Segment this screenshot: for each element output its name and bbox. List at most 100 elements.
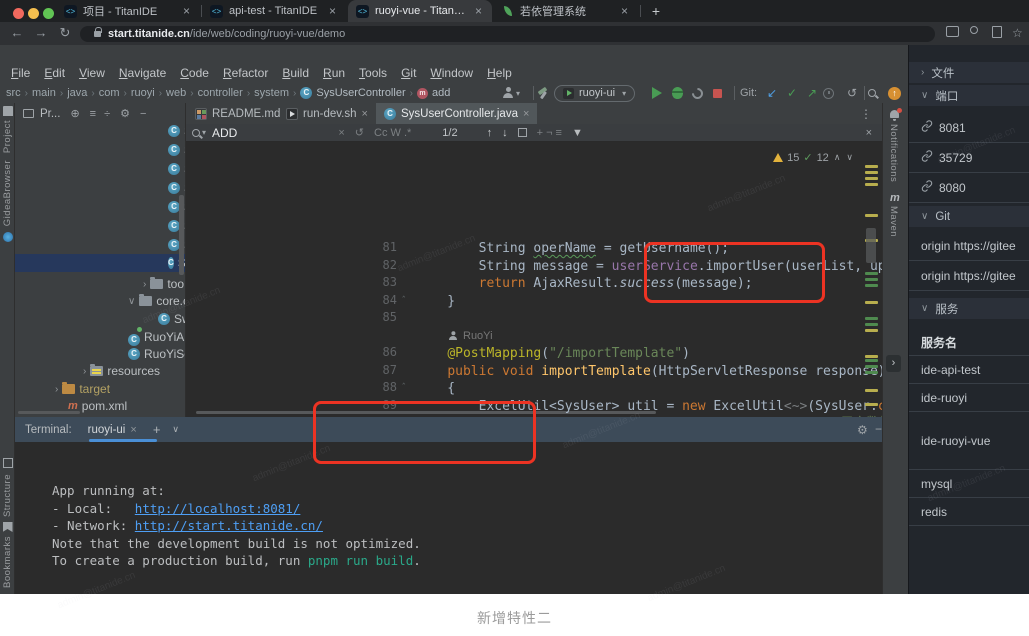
breadcrumb-item[interactable]: ruoyi xyxy=(131,87,155,99)
new-tab-button[interactable]: + xyxy=(646,2,666,20)
line-number[interactable]: 84 xyxy=(371,293,397,307)
maven-icon[interactable]: m xyxy=(890,192,900,204)
menu-item-file[interactable]: File xyxy=(4,66,37,80)
hide-panel-icon[interactable]: − xyxy=(140,108,146,120)
run-button[interactable] xyxy=(652,84,662,102)
translate-icon[interactable] xyxy=(992,26,1002,38)
tree-item[interactable]: S xyxy=(168,141,185,159)
filter-icon[interactable]: ▼ xyxy=(567,127,588,139)
close-search-icon[interactable]: × xyxy=(866,127,872,139)
tree-item[interactable]: ∨core.co xyxy=(128,292,185,310)
breadcrumb-item[interactable]: com xyxy=(99,87,120,99)
sidebar-row[interactable]: 8081 xyxy=(909,113,1029,143)
menu-item-edit[interactable]: Edit xyxy=(37,66,72,80)
tree-item[interactable]: ›resources xyxy=(83,362,160,380)
breadcrumb-item[interactable]: controller xyxy=(198,87,243,99)
new-terminal-icon[interactable]: + xyxy=(153,422,161,437)
warning-stripe-mark[interactable] xyxy=(865,329,878,332)
browser-tab[interactable]: 若依管理系统× xyxy=(494,0,638,22)
line-number[interactable]: 88 xyxy=(371,380,397,394)
stop-button[interactable] xyxy=(713,84,722,102)
line-number[interactable]: 83 xyxy=(371,275,397,289)
git-push-button[interactable]: ↗ xyxy=(803,84,821,102)
ok-stripe-mark[interactable] xyxy=(865,371,878,374)
line-number[interactable]: 87 xyxy=(371,363,397,377)
project-tool-icon[interactable] xyxy=(3,106,13,116)
tree-item[interactable]: S xyxy=(168,160,185,178)
ok-stripe-mark[interactable] xyxy=(865,317,878,320)
collapse-all-icon[interactable]: ÷ xyxy=(104,108,110,120)
editor-search-bar[interactable]: ▾ ADD × ↺ Cc W .* 1/2 ↑ ↓ + ¬ ≡ ▼ xyxy=(186,124,883,142)
fold-marker-icon[interactable]: ˆ xyxy=(401,380,406,398)
breadcrumb-item[interactable]: java xyxy=(67,87,87,99)
menu-item-navigate[interactable]: Navigate xyxy=(112,66,173,80)
select-all-matches-icon[interactable] xyxy=(518,128,527,137)
build-button[interactable] xyxy=(536,84,549,102)
close-icon[interactable]: × xyxy=(619,4,630,18)
browser-tab[interactable]: <>ruoyi-vue - TitanIDE× xyxy=(348,0,492,22)
warning-stripe-mark[interactable] xyxy=(865,403,878,406)
browser-tab[interactable]: <>api-test - TitanIDE× xyxy=(202,0,346,22)
traffic-light[interactable] xyxy=(13,8,24,19)
project-hscrollbar[interactable] xyxy=(18,411,80,414)
tree-item[interactable]: ›too xyxy=(143,275,184,293)
terminal-settings-icon[interactable]: ⚙ xyxy=(857,423,868,437)
git-commit-button[interactable]: ✓ xyxy=(783,84,801,102)
prev-match-icon[interactable]: ↑ xyxy=(482,127,498,139)
warning-stripe-mark[interactable] xyxy=(865,355,878,358)
warning-stripe-mark[interactable] xyxy=(865,183,878,186)
browser-tab[interactable]: <>项目 - TitanIDE× xyxy=(56,0,200,22)
sidebar-section-ports[interactable]: ∨端口 xyxy=(909,85,1029,106)
tab-options-icon[interactable]: ⋮ xyxy=(860,107,872,121)
warning-stripe-mark[interactable] xyxy=(865,171,878,174)
sidebar-row[interactable]: 35729 xyxy=(909,143,1029,173)
line-number[interactable]: 85 xyxy=(371,310,397,324)
tree-item[interactable]: RuoYiSer xyxy=(128,345,185,363)
search-clear-icon[interactable]: × xyxy=(333,127,349,139)
terminal-output[interactable]: App running at:- Local: http://localhost… xyxy=(15,442,882,594)
sidebar-section-git[interactable]: ∨Git xyxy=(909,206,1029,227)
terminal-link[interactable]: http://start.titanide.cn/ xyxy=(135,518,323,533)
warning-stripe-mark[interactable] xyxy=(865,214,878,217)
close-icon[interactable]: × xyxy=(181,4,192,18)
project-panel-title[interactable]: Pr... xyxy=(40,108,60,120)
warning-stripe-mark[interactable] xyxy=(865,177,878,180)
editor-tab[interactable]: SysUserController.java× xyxy=(376,103,537,124)
close-icon[interactable]: × xyxy=(473,4,484,18)
forward-icon[interactable]: → xyxy=(32,25,50,40)
search-history-icon[interactable]: ↺ xyxy=(350,126,369,139)
fold-marker-icon[interactable]: ˆ xyxy=(401,293,406,311)
debug-button[interactable] xyxy=(672,84,683,102)
sidebar-row[interactable]: redis xyxy=(909,498,1029,526)
breadcrumb-item[interactable]: web xyxy=(166,87,186,99)
ok-stripe-mark[interactable] xyxy=(865,323,878,326)
update-available-button[interactable]: ↑ xyxy=(888,84,901,102)
menu-item-help[interactable]: Help xyxy=(480,66,519,80)
menu-item-window[interactable]: Window xyxy=(423,66,480,80)
ok-stripe-mark[interactable] xyxy=(865,365,878,368)
user-profile-button[interactable]: ▾ xyxy=(502,84,520,102)
ok-stripe-mark[interactable] xyxy=(865,278,878,281)
breadcrumb-item[interactable]: src xyxy=(6,87,21,99)
menu-item-refactor[interactable]: Refactor xyxy=(216,66,275,80)
sidebar-row[interactable]: origin https://gitee xyxy=(909,231,1029,261)
traffic-light[interactable] xyxy=(43,8,54,19)
menu-item-build[interactable]: Build xyxy=(275,66,316,80)
menu-item-code[interactable]: Code xyxy=(173,66,216,80)
terminal-dropdown-icon[interactable]: ∨ xyxy=(172,424,179,435)
tree-item[interactable]: Swa xyxy=(158,310,185,328)
sidebar-row[interactable]: origin https://gitee xyxy=(909,261,1029,291)
tool-stripe-gideabrowser[interactable]: GideaBrowser xyxy=(2,160,13,226)
hide-terminal-icon[interactable]: − xyxy=(875,422,882,436)
editor-tab[interactable]: run-dev.sh× xyxy=(278,103,376,124)
ok-stripe-mark[interactable] xyxy=(865,272,878,275)
traffic-light[interactable] xyxy=(28,8,39,19)
breadcrumb-item[interactable]: system xyxy=(254,87,289,99)
tree-item[interactable]: ›target xyxy=(55,380,110,398)
warning-stripe-mark[interactable] xyxy=(865,389,878,392)
expand-panel-handle[interactable]: › xyxy=(886,355,901,372)
close-terminal-tab-icon[interactable]: × xyxy=(130,424,136,436)
menu-item-tools[interactable]: Tools xyxy=(352,66,394,80)
editor-scrollbar[interactable] xyxy=(866,228,876,263)
side-panel-icon[interactable] xyxy=(946,26,959,37)
